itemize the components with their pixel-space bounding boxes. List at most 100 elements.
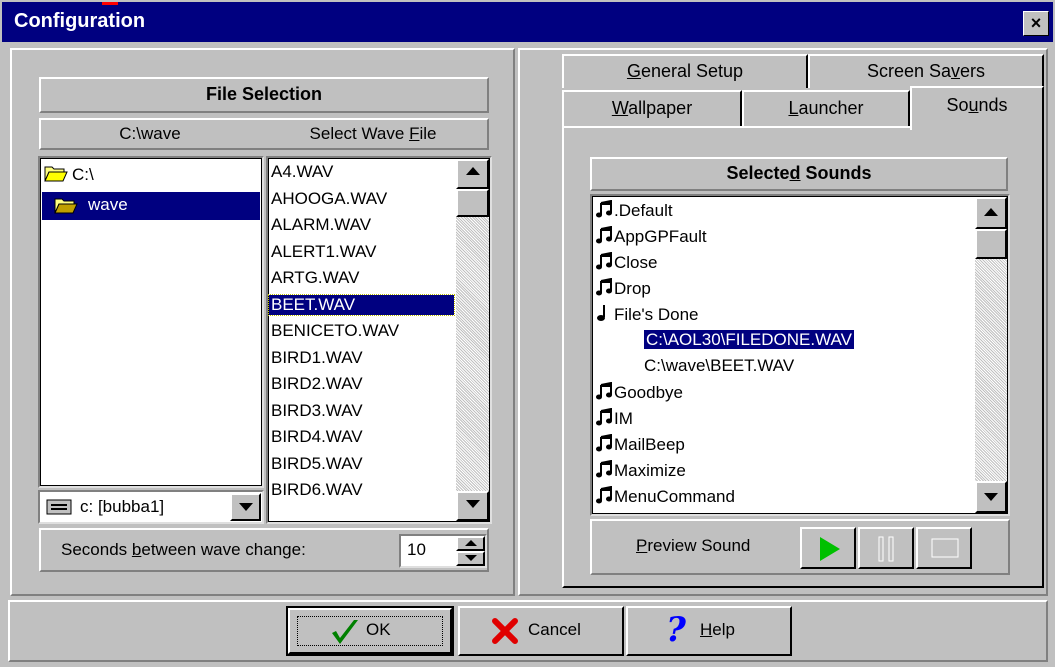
sounds-scrollbar[interactable]	[975, 197, 1007, 513]
file-list-item[interactable]: BIRD5.WAV	[271, 454, 363, 474]
sound-label: Maximize	[614, 460, 686, 480]
file-list-item[interactable]: A4.WAV	[271, 162, 333, 182]
file-selection-column-headers: C:\wave Select Wave File	[39, 118, 489, 150]
title-accent-mark	[102, 2, 118, 5]
help-button[interactable]: ? Help	[626, 606, 792, 656]
preview-sound-label: Preview Sound	[636, 536, 750, 556]
sound-list-item[interactable]: MenuCommand	[596, 485, 735, 509]
directory-tree[interactable]: C:\ wave	[38, 156, 264, 488]
music-notes-icon	[596, 225, 612, 249]
file-list-item[interactable]: BIRD3.WAV	[271, 401, 363, 421]
file-list-item[interactable]: BIRD6.WAV	[271, 480, 363, 500]
open-folder-icon	[54, 196, 78, 219]
seconds-key: b	[131, 540, 142, 559]
tab-key: u	[968, 95, 979, 115]
drive-selector[interactable]: c: [bubba1]	[38, 490, 264, 524]
increment-button[interactable]	[456, 536, 485, 551]
selected-sounds-title: Selected Sounds	[590, 157, 1008, 191]
tab-key: v	[951, 61, 961, 81]
sound-label: C:\wave\BEET.WAV	[644, 356, 795, 375]
sound-list-item[interactable]: IM	[596, 407, 633, 431]
sound-label: Goodbye	[614, 382, 683, 402]
cancel-button[interactable]: Cancel	[458, 606, 624, 656]
question-mark-icon: ?	[666, 610, 686, 650]
scroll-down-button[interactable]	[456, 491, 489, 521]
drive-dropdown-button[interactable]	[230, 493, 261, 521]
file-list-item[interactable]: ARTG.WAV	[271, 268, 359, 288]
title-text: Selecte	[726, 163, 790, 183]
file-list-item[interactable]: BEET.WAV	[268, 293, 455, 316]
file-list-scrollbar[interactable]	[456, 159, 489, 521]
file-selection-title: File Selection	[39, 77, 489, 113]
scroll-up-button[interactable]	[975, 197, 1007, 229]
open-folder-icon	[44, 164, 68, 187]
sounds-tab-page: Selected Sounds .Default AppGPFault Close D…	[562, 126, 1044, 588]
scroll-thumb[interactable]	[456, 189, 489, 217]
sound-list-item[interactable]: Goodbye	[596, 381, 683, 405]
file-header-text: Select Wave	[309, 124, 410, 143]
file-list-item[interactable]: BIRD2.WAV	[271, 374, 363, 394]
file-list-item[interactable]: AHOOGA.WAV	[271, 189, 387, 209]
scroll-thumb[interactable]	[975, 229, 1007, 259]
stop-button[interactable]	[916, 527, 972, 569]
tab-label: allpaper	[628, 98, 693, 118]
file-list-item[interactable]: BENICETO.WAV	[271, 321, 399, 341]
tab-label: eneral Setup	[640, 61, 744, 81]
pause-icon	[877, 536, 897, 567]
checkmark-icon	[330, 618, 360, 651]
music-notes-icon	[596, 277, 612, 301]
help-text: elp	[712, 620, 735, 639]
wave-file-list[interactable]: A4.WAV AHOOGA.WAV ALARM.WAV ALERT1.WAV ARTG.…	[266, 156, 492, 524]
seconds-value[interactable]: 10	[407, 540, 426, 560]
help-label: Help	[700, 620, 735, 640]
file-selection-panel: File Selection C:\wave Select Wave File …	[10, 48, 515, 596]
sound-label: MenuCommand	[614, 486, 735, 506]
close-button[interactable]: ×	[1023, 11, 1049, 36]
tab-screen-savers[interactable]: Screen Savers	[808, 54, 1044, 88]
pause-button[interactable]	[858, 527, 914, 569]
arrow-down-icon	[465, 500, 480, 508]
scroll-up-button[interactable]	[456, 159, 489, 189]
decrement-button[interactable]	[456, 551, 485, 566]
tab-wallpaper[interactable]: Wallpaper	[562, 90, 742, 126]
sound-list-item[interactable]: Drop	[596, 277, 651, 301]
music-notes-icon	[596, 407, 612, 431]
sound-list-item[interactable]: C:\AOL30\FILEDONE.WAV	[644, 330, 854, 350]
sound-list-item[interactable]: MailBeep	[596, 433, 685, 457]
music-notes-icon	[596, 251, 612, 275]
file-header-key: F	[409, 124, 420, 143]
music-notes-icon	[596, 459, 612, 483]
sound-list-item[interactable]: Maximize	[596, 459, 686, 483]
tab-sounds[interactable]: Sounds	[910, 86, 1044, 130]
file-list-item[interactable]: ALERT1.WAV	[271, 242, 377, 262]
seconds-stepper[interactable]: 10	[399, 534, 487, 568]
arrow-down-icon	[464, 555, 477, 561]
music-notes-icon	[596, 433, 612, 457]
sound-list-item[interactable]: Close	[596, 251, 658, 275]
cancel-label: Cancel	[528, 620, 581, 639]
file-list-item[interactable]: BIRD1.WAV	[271, 348, 363, 368]
stop-icon	[931, 538, 959, 563]
file-list-item[interactable]: BIRD4.WAV	[271, 427, 363, 447]
folder-row-root[interactable]: C:\	[44, 164, 94, 187]
title-text-end: Sounds	[800, 163, 872, 183]
title-bar[interactable]: Configuration ×	[2, 2, 1053, 42]
play-icon	[818, 536, 842, 567]
selected-sounds-list[interactable]: .Default AppGPFault Close Drop File's Done C:…	[590, 194, 1010, 516]
sound-label: Close	[614, 252, 658, 272]
ok-label: OK	[366, 620, 391, 639]
sound-list-item[interactable]: C:\wave\BEET.WAV	[644, 356, 794, 376]
scroll-down-button[interactable]	[975, 481, 1007, 513]
sound-list-item[interactable]: .Default	[596, 199, 673, 223]
file-list-item[interactable]: ALARM.WAV	[271, 215, 371, 235]
help-key: H	[700, 620, 713, 639]
sound-label: AppGPFault	[614, 226, 707, 246]
sound-label: Drop	[614, 278, 651, 298]
tab-general-setup[interactable]: General Setup	[562, 54, 808, 88]
ok-button[interactable]: OK	[286, 606, 454, 656]
sound-list-item[interactable]: AppGPFault	[596, 225, 707, 249]
sound-list-item[interactable]: File's Done	[596, 304, 699, 327]
tab-launcher[interactable]: Launcher	[742, 90, 910, 126]
play-button[interactable]	[800, 527, 856, 569]
folder-row-wave[interactable]: wave	[42, 192, 260, 220]
